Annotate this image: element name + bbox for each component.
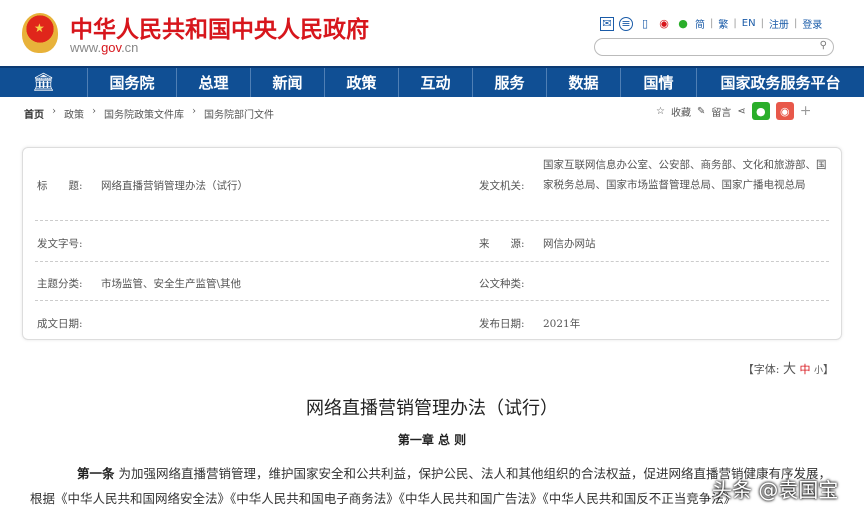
weibo-share-icon[interactable]: ◉ bbox=[775, 102, 794, 120]
info-row: 成文日期: 发布日期: 2021年 bbox=[35, 301, 829, 340]
plus-icon[interactable]: + bbox=[800, 103, 812, 119]
chevron-right-icon: › bbox=[52, 106, 56, 117]
nav-gov-service-platform[interactable]: 国家政务服务平台 bbox=[697, 68, 864, 97]
nav-interaction[interactable]: 互动 bbox=[399, 68, 473, 97]
tiananmen-icon[interactable]: 🏛 bbox=[0, 68, 88, 97]
nav-policy[interactable]: 政策 bbox=[325, 68, 399, 97]
nav-premier[interactable]: 总理 bbox=[177, 68, 251, 97]
nav-news[interactable]: 新闻 bbox=[251, 68, 325, 97]
article-text: 为加强网络直播营销管理，维护国家安全和公共利益，保护公民、法人和其他组织的合法权… bbox=[30, 466, 832, 506]
share-bar: ☆ 收藏 ✎ 留言 ⋖ ● ◉ + bbox=[656, 102, 811, 120]
docno-label: 发文字号: bbox=[37, 238, 83, 250]
info-row: 标 题: 网络直播营销管理办法（试行） 发文机关: 国家互联网信息办公室、公安部… bbox=[35, 148, 829, 221]
breadcrumb: 首页 › 政策 › 国务院政策文件库 › 国务院部门文件 bbox=[24, 106, 274, 121]
written-date-label: 成文日期: bbox=[37, 318, 83, 330]
breadcrumb-dept-docs[interactable]: 国务院部门文件 bbox=[204, 106, 274, 121]
document-title: 网络直播营销管理办法（试行） bbox=[306, 398, 558, 419]
url-mid: gov bbox=[101, 40, 122, 55]
type-label: 公文种类: bbox=[479, 278, 525, 290]
chevron-right-icon: › bbox=[92, 106, 96, 117]
source-value: 网信办网站 bbox=[543, 238, 596, 250]
watermark: 头条 @袁国宝 bbox=[712, 478, 839, 502]
font-size-label: 【字体: bbox=[742, 363, 780, 376]
mail-icon[interactable]: ✉ bbox=[600, 16, 614, 31]
breadcrumb-policy-library[interactable]: 国务院政策文件库 bbox=[104, 106, 184, 121]
site-url: www.gov.cn bbox=[70, 40, 138, 55]
topic-value: 市场监管、安全生产监管\其他 bbox=[101, 278, 242, 290]
font-large-button[interactable]: 大 bbox=[783, 362, 796, 377]
lang-english[interactable]: EN bbox=[742, 18, 756, 29]
url-prefix: www. bbox=[70, 40, 102, 55]
divider: | bbox=[793, 18, 798, 29]
share-icon[interactable]: ⋖ bbox=[737, 106, 745, 117]
publish-date-label: 发布日期: bbox=[479, 318, 525, 330]
nav-state-council[interactable]: 国务院 bbox=[88, 68, 177, 97]
info-row: 主题分类: 市场监管、安全生产监管\其他 公文种类: bbox=[35, 262, 829, 301]
article-label: 第一条 bbox=[77, 466, 115, 481]
site-title[interactable]: 中华人民共和国中央人民政府 bbox=[70, 10, 369, 44]
document-info-table: 标 题: 网络直播营销管理办法（试行） 发文机关: 国家互联网信息办公室、公安部… bbox=[22, 147, 842, 340]
font-small-button[interactable]: 小 bbox=[814, 366, 823, 376]
divider: | bbox=[760, 18, 764, 29]
lang-traditional[interactable]: 繁 bbox=[718, 16, 728, 31]
weibo-icon[interactable]: ◉ bbox=[657, 17, 671, 31]
breadcrumb-policy[interactable]: 政策 bbox=[64, 106, 84, 121]
search-input[interactable]: ⚲ bbox=[594, 38, 834, 56]
star-icon[interactable]: ☆ bbox=[656, 106, 665, 117]
url-suffix: .cn bbox=[121, 40, 139, 55]
bracket: 】 bbox=[823, 363, 834, 376]
national-emblem-logo[interactable]: ★ bbox=[22, 13, 58, 53]
publish-date-value: 2021年 bbox=[543, 318, 581, 330]
info-row: 发文字号: 来 源: 网信办网站 bbox=[35, 221, 829, 262]
font-size-control: 【字体: 大 中 小】 bbox=[743, 358, 834, 377]
issuer-value: 国家互联网信息办公室、公安部、商务部、文化和旅游部、国家税务总局、国家市场监督管… bbox=[543, 159, 827, 191]
lang-simplified[interactable]: 简 bbox=[695, 16, 705, 31]
wechat-share-icon[interactable]: ● bbox=[751, 102, 770, 120]
chevron-right-icon: › bbox=[192, 106, 196, 117]
wechat-icon[interactable]: ● bbox=[676, 17, 690, 31]
divider: | bbox=[710, 18, 714, 29]
nav-national-info[interactable]: 国情 bbox=[621, 68, 697, 97]
issuer-label: 发文机关: bbox=[479, 180, 525, 192]
topic-label: 主题分类: bbox=[37, 278, 83, 290]
nav-data[interactable]: 数据 bbox=[547, 68, 621, 97]
font-medium-button[interactable]: 中 bbox=[799, 363, 810, 376]
title-value: 网络直播营销管理办法（试行） bbox=[101, 180, 248, 192]
divider: | bbox=[733, 18, 737, 29]
source-label: 来 源: bbox=[479, 238, 525, 250]
main-nav: 🏛 国务院 总理 新闻 政策 互动 服务 数据 国情 国家政务服务平台 bbox=[0, 66, 864, 97]
register-link[interactable]: 注册 bbox=[769, 16, 789, 31]
login-link[interactable]: 登录 bbox=[802, 16, 822, 31]
chapter-heading: 第一章 总 则 bbox=[397, 433, 467, 447]
mobile-icon[interactable]: ▯ bbox=[638, 17, 652, 31]
nav-services[interactable]: 服务 bbox=[473, 68, 547, 97]
breadcrumb-home[interactable]: 首页 bbox=[24, 106, 44, 121]
top-tools: ✉ ≡ ▯ ◉ ● 简 | 繁 | EN | 注册 | 登录 bbox=[600, 16, 822, 31]
pencil-icon[interactable]: ✎ bbox=[697, 106, 705, 117]
rss-icon[interactable]: ≡ bbox=[619, 16, 633, 31]
comment-button[interactable]: 留言 bbox=[711, 104, 731, 119]
search-icon[interactable]: ⚲ bbox=[820, 40, 827, 51]
favorite-button[interactable]: 收藏 bbox=[671, 104, 691, 119]
title-label: 标 题: bbox=[37, 180, 83, 192]
